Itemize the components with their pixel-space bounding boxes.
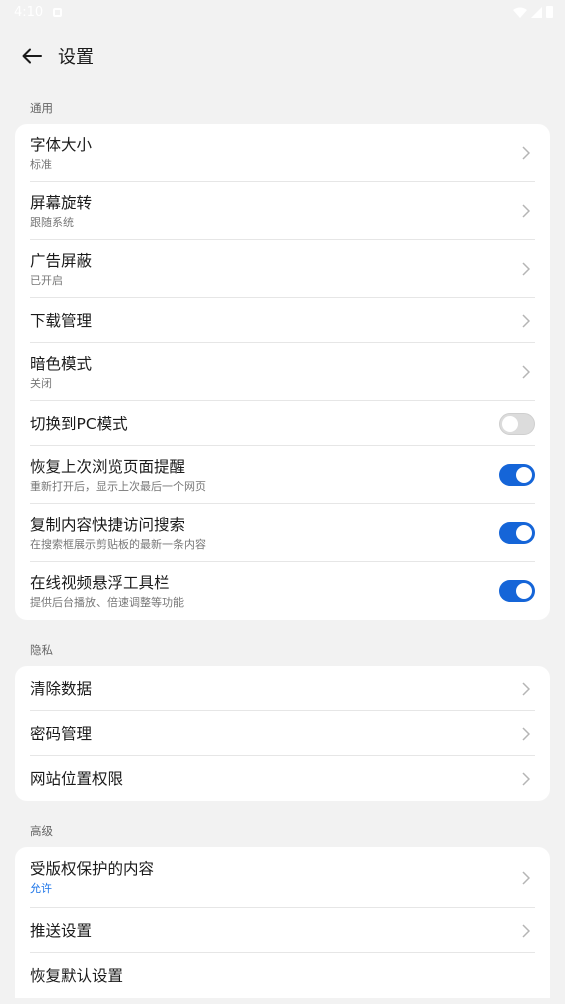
setting-screen-rotation[interactable]: 屏幕旋转 跟随系统 xyxy=(15,182,550,240)
setting-title: 下载管理 xyxy=(30,311,93,330)
toggle-knob xyxy=(516,467,532,483)
setting-value: 跟随系统 xyxy=(30,215,74,229)
setting-reset-defaults[interactable]: 恢复默认设置 xyxy=(15,953,550,998)
setting-font-size[interactable]: 字体大小 标准 xyxy=(15,124,550,182)
setting-value: 允许 xyxy=(30,882,52,895)
section-label-privacy: 隐私 xyxy=(30,643,53,657)
setting-clipboard-search: 复制内容快捷访问搜索 在搜索框展示剪贴板的最新一条内容 xyxy=(15,504,550,562)
pc-mode-toggle[interactable] xyxy=(499,412,535,435)
status-bar: 4:10 xyxy=(0,0,565,24)
setting-push[interactable]: 推送设置 xyxy=(15,908,550,953)
setting-value: 关闭 xyxy=(30,376,52,390)
chevron-right-icon xyxy=(520,146,532,160)
privacy-settings-card: 清除数据 密码管理 网站位置权限 xyxy=(15,666,550,801)
setting-title: 在线视频悬浮工具栏 xyxy=(30,573,170,592)
setting-title: 复制内容快捷访问搜索 xyxy=(30,515,186,534)
chevron-right-icon xyxy=(520,262,532,276)
battery-icon xyxy=(546,6,553,18)
video-toolbar-toggle[interactable] xyxy=(499,580,535,602)
setting-title: 恢复默认设置 xyxy=(30,966,124,985)
setting-pc-mode: 切换到PC模式 xyxy=(15,401,550,446)
page-title: 设置 xyxy=(58,47,94,68)
setting-title: 暗色模式 xyxy=(30,354,93,373)
wifi-icon xyxy=(513,7,527,18)
setting-title: 字体大小 xyxy=(30,135,93,154)
status-time: 4:10 xyxy=(14,4,44,20)
clipboard-search-toggle[interactable] xyxy=(499,522,535,544)
setting-dark-mode[interactable]: 暗色模式 关闭 xyxy=(15,343,550,401)
back-arrow-icon xyxy=(22,48,42,64)
setting-downloads[interactable]: 下载管理 xyxy=(15,298,550,343)
setting-description: 提供后台播放、倍速调整等功能 xyxy=(30,595,184,609)
setting-description: 重新打开后，显示上次最后一个网页 xyxy=(30,479,206,493)
setting-protected-content[interactable]: 受版权保护的内容 允许 xyxy=(15,847,550,908)
section-label-general: 通用 xyxy=(30,101,53,115)
signal-icon xyxy=(531,6,542,18)
advanced-settings-card: 受版权保护的内容 允许 推送设置 恢复默认设置 xyxy=(15,847,550,998)
chevron-right-icon xyxy=(520,681,532,696)
setting-ad-block[interactable]: 广告屏蔽 已开启 xyxy=(15,240,550,298)
setting-description: 在搜索框展示剪贴板的最新一条内容 xyxy=(30,537,206,551)
setting-title: 恢复上次浏览页面提醒 xyxy=(30,457,186,476)
setting-passwords[interactable]: 密码管理 xyxy=(15,711,550,756)
general-settings-card: 字体大小 标准 屏幕旋转 跟随系统 广告屏蔽 已开启 下载管理 暗色模式 关闭 … xyxy=(15,124,550,620)
chevron-right-icon xyxy=(520,771,532,786)
chevron-right-icon xyxy=(520,870,532,885)
setting-site-location[interactable]: 网站位置权限 xyxy=(15,756,550,801)
restore-tabs-toggle[interactable] xyxy=(499,464,535,486)
chevron-right-icon xyxy=(520,726,532,741)
setting-clear-data[interactable]: 清除数据 xyxy=(15,666,550,711)
back-button[interactable] xyxy=(18,42,46,70)
setting-value: 标准 xyxy=(30,157,52,171)
setting-value: 已开启 xyxy=(30,273,63,287)
chevron-right-icon xyxy=(520,204,532,218)
setting-title: 推送设置 xyxy=(30,921,93,940)
toggle-knob xyxy=(516,583,532,599)
setting-title: 清除数据 xyxy=(30,679,93,698)
setting-title: 受版权保护的内容 xyxy=(30,860,155,878)
chevron-right-icon xyxy=(520,923,532,938)
chevron-right-icon xyxy=(520,313,532,328)
section-label-advanced: 高级 xyxy=(30,824,53,838)
setting-title: 网站位置权限 xyxy=(30,769,124,788)
notification-icon xyxy=(53,7,63,17)
setting-restore-tabs: 恢复上次浏览页面提醒 重新打开后，显示上次最后一个网页 xyxy=(15,446,550,504)
setting-title: 密码管理 xyxy=(30,724,93,743)
setting-title: 切换到PC模式 xyxy=(30,414,128,433)
setting-title: 屏幕旋转 xyxy=(30,193,93,212)
setting-video-toolbar: 在线视频悬浮工具栏 提供后台播放、倍速调整等功能 xyxy=(15,562,550,620)
toggle-knob xyxy=(516,525,532,541)
app-bar: 设置 xyxy=(0,24,565,88)
toggle-knob xyxy=(502,415,518,432)
chevron-right-icon xyxy=(520,365,532,379)
setting-title: 广告屏蔽 xyxy=(30,251,93,270)
